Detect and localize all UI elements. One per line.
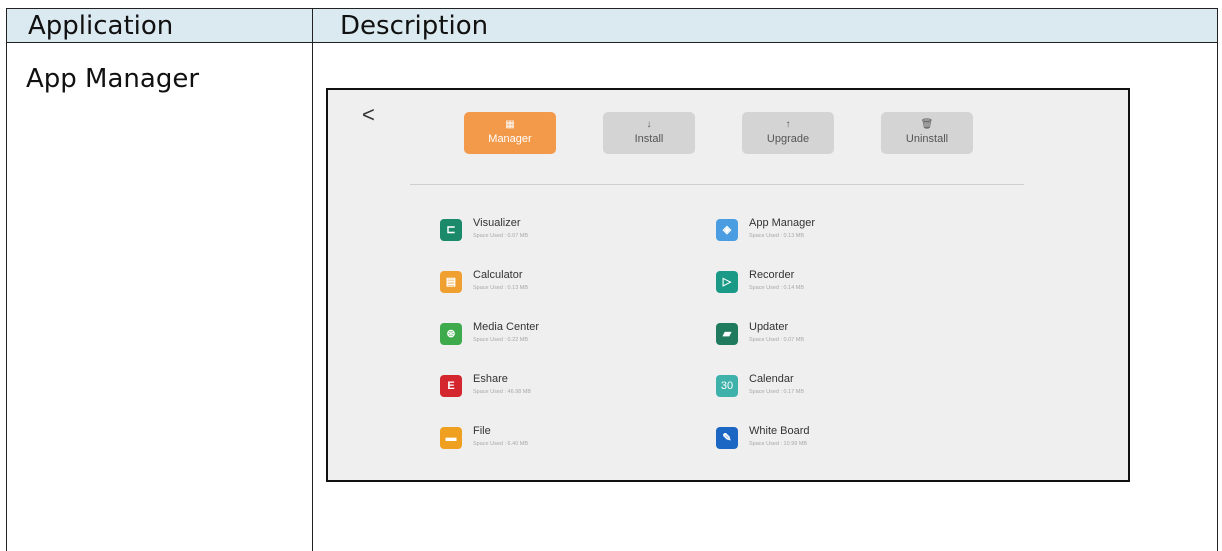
tab-manager[interactable]: ▦ Manager — [464, 112, 556, 154]
header-application: Application — [28, 11, 174, 41]
table-border-left — [6, 8, 7, 551]
arrow-up-icon: ↑ — [785, 119, 791, 130]
tab-install[interactable]: ↓ Install — [603, 112, 695, 154]
grid-icon: ▦ — [505, 119, 515, 130]
app-item-updater[interactable]: ▰ Updater Space Used : 0.07 MB — [716, 321, 966, 355]
tab-uninstall[interactable]: 🗑 Uninstall — [881, 112, 973, 154]
tab-upgrade[interactable]: ↑ Upgrade — [742, 112, 834, 154]
arrow-down-icon: ↓ — [646, 119, 652, 130]
folder-icon: ▬ — [440, 427, 462, 449]
eshare-icon: E — [440, 375, 462, 397]
row-label-app-manager: App Manager — [26, 64, 200, 94]
calendar-icon: 30 — [716, 375, 738, 397]
header-description: Description — [340, 11, 489, 41]
app-manager-icon: ◈ — [716, 219, 738, 241]
app-item-calculator[interactable]: ▤ Calculator Space Used : 0.13 MB — [440, 269, 690, 303]
table-header-row: Application Description — [6, 8, 1218, 43]
app-item-white-board[interactable]: ✎ White Board Space Used : 10.99 MB — [716, 425, 966, 459]
app-item-app-manager[interactable]: ◈ App Manager Space Used : 0.13 MB — [716, 217, 966, 251]
trash-icon: 🗑 — [920, 119, 934, 130]
table-border-right — [1217, 8, 1218, 551]
table-column-divider — [312, 8, 313, 551]
app-item-file[interactable]: ▬ File Space Used : 6.40 MB — [440, 425, 690, 459]
tab-divider — [410, 184, 1024, 185]
app-item-calendar[interactable]: 30 Calendar Space Used : 0.17 MB — [716, 373, 966, 407]
calculator-icon: ▤ — [440, 271, 462, 293]
app-manager-screenshot: < ▦ Manager ↓ Install ↑ Upgrade 🗑 Uninst… — [326, 88, 1130, 482]
white-board-icon: ✎ — [716, 427, 738, 449]
app-item-visualizer[interactable]: ⊏ Visualizer Space Used : 0.07 MB — [440, 217, 690, 251]
app-item-eshare[interactable]: E Eshare Space Used : 46.98 MB — [440, 373, 690, 407]
media-center-icon: ⊛ — [440, 323, 462, 345]
app-item-media-center[interactable]: ⊛ Media Center Space Used : 0.22 MB — [440, 321, 690, 355]
app-item-recorder[interactable]: ▷ Recorder Space Used : 0.14 MB — [716, 269, 966, 303]
visualizer-icon: ⊏ — [440, 219, 462, 241]
back-chevron-icon[interactable]: < — [362, 102, 375, 128]
updater-icon: ▰ — [716, 323, 738, 345]
recorder-icon: ▷ — [716, 271, 738, 293]
